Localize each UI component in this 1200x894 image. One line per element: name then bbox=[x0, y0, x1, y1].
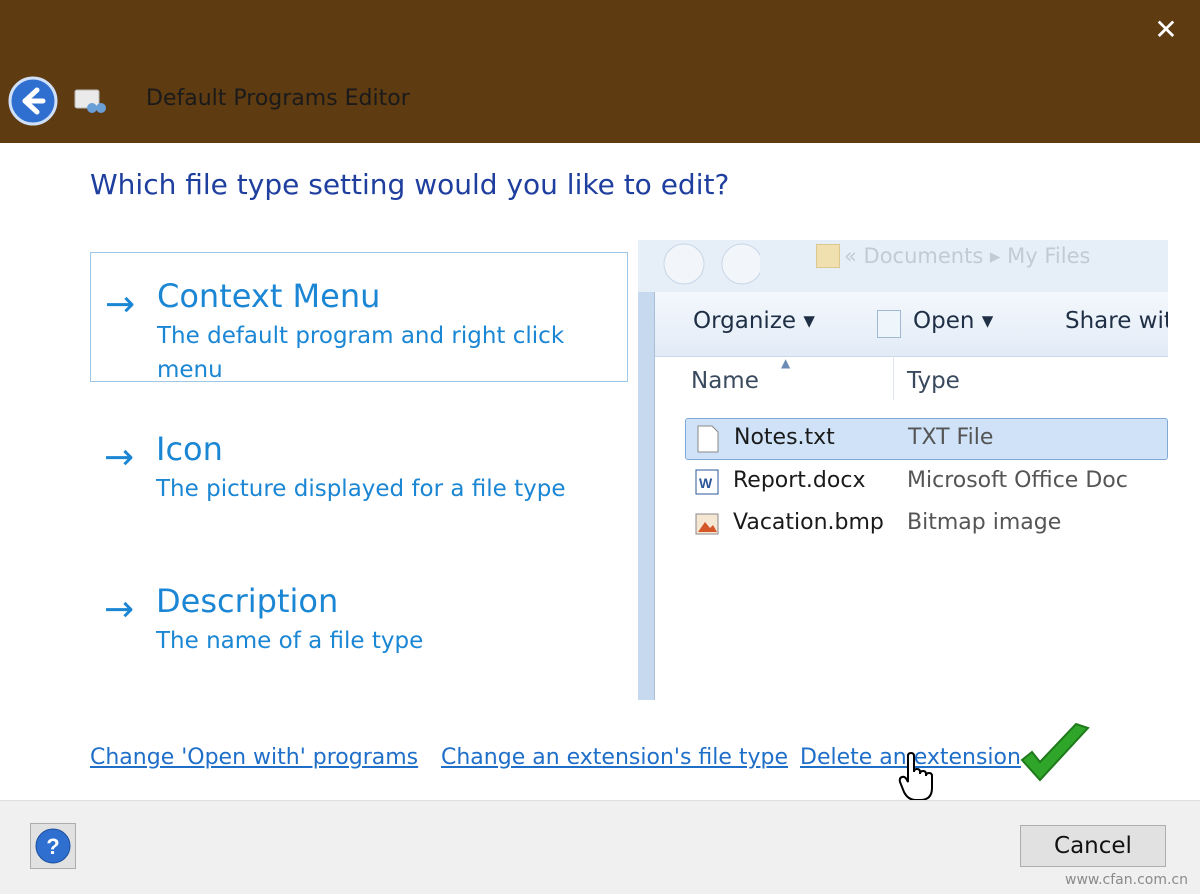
title-bar: ✕ Default Programs Editor bbox=[0, 0, 1200, 143]
share-with-button[interactable]: Share with bbox=[1065, 308, 1168, 334]
watermark: www.cfan.com.cn bbox=[1065, 872, 1188, 888]
option-icon[interactable]: → Icon The picture displayed for a file … bbox=[90, 406, 628, 516]
close-icon[interactable]: ✕ bbox=[1152, 16, 1180, 44]
option-title: Icon bbox=[156, 430, 223, 468]
file-type: Microsoft Office Doc bbox=[907, 468, 1128, 493]
option-description: The picture displayed for a file type bbox=[156, 476, 566, 502]
arrow-right-icon: → bbox=[104, 437, 135, 478]
explorer-content: Organize ▾ Open ▾ Share with ▲ Name Type… bbox=[654, 292, 1168, 700]
column-divider bbox=[893, 356, 894, 400]
svg-text:?: ? bbox=[46, 834, 59, 859]
sort-arrow-icon: ▲ bbox=[781, 356, 791, 370]
help-icon: ? bbox=[35, 828, 71, 864]
option-description: The name of a file type bbox=[156, 628, 424, 654]
column-header-name[interactable]: Name bbox=[691, 368, 759, 394]
checkmark-icon bbox=[1020, 722, 1090, 782]
option-description[interactable]: → Description The name of a file type bbox=[90, 558, 628, 668]
window-title: Default Programs Editor bbox=[146, 86, 410, 111]
file-row[interactable]: Notes.txt TXT File bbox=[685, 418, 1168, 460]
arrow-right-icon: → bbox=[104, 589, 135, 630]
file-name: Notes.txt bbox=[734, 425, 835, 450]
explorer-preview: « Documents ▸ My Files Organize ▾ Open ▾… bbox=[638, 240, 1168, 700]
notepad-icon bbox=[877, 310, 901, 338]
explorer-nav-pane bbox=[638, 292, 654, 700]
organize-button[interactable]: Organize ▾ bbox=[693, 308, 815, 334]
explorer-toolbar: Organize ▾ Open ▾ Share with bbox=[655, 292, 1168, 357]
file-name: Report.docx bbox=[733, 468, 866, 493]
explorer-address-bar: « Documents ▸ My Files bbox=[638, 240, 1168, 292]
bitmap-image-icon bbox=[695, 513, 719, 535]
page-heading: Which file type setting would you like t… bbox=[90, 168, 730, 201]
option-description: The default program and right click menu bbox=[157, 323, 565, 383]
file-type: Bitmap image bbox=[907, 510, 1062, 535]
file-row[interactable]: W Report.docx Microsoft Office Doc bbox=[685, 462, 1168, 502]
breadcrumb: « Documents ▸ My Files bbox=[844, 244, 1091, 268]
help-button[interactable]: ? bbox=[30, 823, 76, 869]
file-row[interactable]: Vacation.bmp Bitmap image bbox=[685, 504, 1168, 544]
option-title: Context Menu bbox=[157, 277, 381, 315]
arrow-right-icon: → bbox=[105, 284, 136, 325]
hand-cursor-icon bbox=[898, 752, 933, 801]
nav-buttons-icon bbox=[663, 243, 760, 285]
folder-icon bbox=[816, 244, 840, 268]
back-arrow-icon[interactable] bbox=[8, 76, 58, 126]
file-name: Vacation.bmp bbox=[733, 510, 884, 535]
change-extension-file-type-link[interactable]: Change an extension's file type bbox=[441, 745, 788, 770]
file-type: TXT File bbox=[908, 425, 994, 450]
word-document-icon: W bbox=[695, 469, 719, 495]
footer-bar: ? Cancel www.cfan.com.cn bbox=[0, 800, 1200, 894]
option-context-menu[interactable]: → Context Menu The default program and r… bbox=[90, 252, 628, 383]
column-header-type[interactable]: Type bbox=[907, 368, 960, 394]
change-open-with-link[interactable]: Change 'Open with' programs bbox=[90, 745, 418, 770]
option-title: Description bbox=[156, 582, 339, 620]
open-button[interactable]: Open ▾ bbox=[913, 308, 993, 334]
app-icon bbox=[74, 89, 106, 113]
svg-text:W: W bbox=[699, 475, 713, 491]
text-file-icon bbox=[697, 425, 719, 453]
cancel-button[interactable]: Cancel bbox=[1020, 825, 1166, 867]
